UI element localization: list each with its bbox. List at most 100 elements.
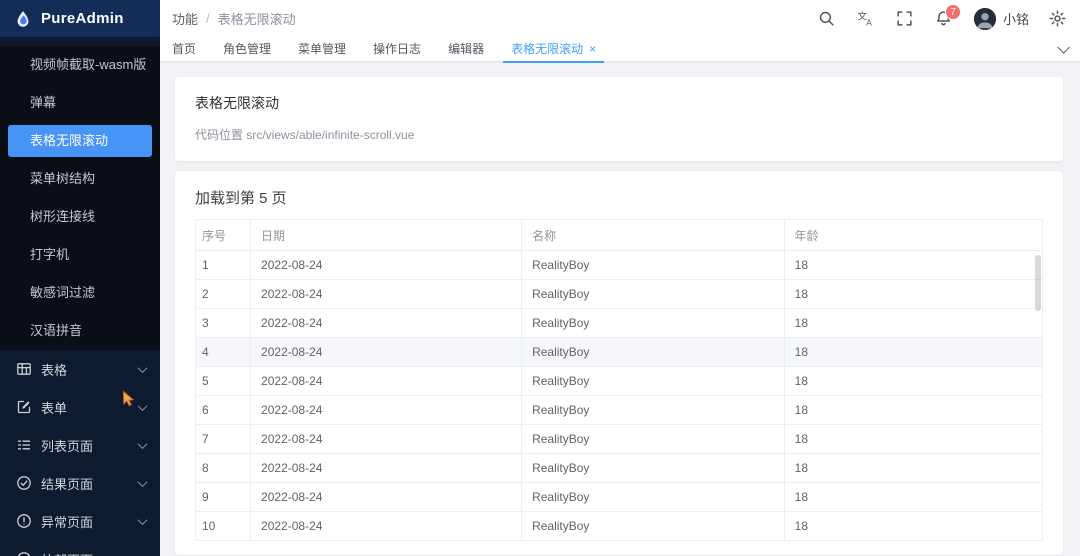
sidebar-item-label: 弹幕: [30, 95, 57, 110]
sidebar-submenu-item[interactable]: 敏感词过滤: [0, 274, 160, 312]
chevron-down-icon: [137, 400, 148, 411]
sidebar-submenu-item[interactable]: 视频帧截取-wasm版: [0, 46, 160, 84]
external-link-icon: [16, 551, 32, 556]
table-cell: 2022-08-24: [250, 250, 523, 280]
table-icon: [16, 361, 32, 377]
table-row: 4 2022-08-24 RealityBoy 18: [194, 337, 1044, 367]
tab-close-icon[interactable]: ×: [589, 42, 596, 56]
table-cell: RealityBoy: [521, 279, 785, 309]
table-cell: 2022-08-24: [250, 308, 523, 338]
column-header: 序号: [194, 219, 252, 251]
table-cell: 18: [783, 279, 1044, 309]
breadcrumb-separator: /: [206, 11, 210, 26]
avatar[interactable]: [973, 7, 996, 30]
sidebar-submenu-item[interactable]: 菜单树结构: [0, 160, 160, 198]
breadcrumb: 功能 / 表格无限滚动: [172, 9, 296, 28]
table-cell: 2022-08-24: [250, 279, 523, 309]
sidebar-item-列表页面[interactable]: 列表页面: [0, 426, 160, 464]
table-cell: RealityBoy: [521, 308, 785, 338]
sidebar-item-外部页面[interactable]: 外部页面: [0, 540, 160, 556]
table-cell: 18: [783, 337, 1044, 367]
list-icon: [16, 437, 32, 453]
tabs-dropdown-icon[interactable]: [1057, 40, 1070, 54]
breadcrumb-current: 表格无限滚动: [217, 12, 296, 27]
column-header: 名称: [521, 219, 785, 251]
sidebar-item-label: 表单: [41, 400, 68, 416]
sidebar-submenu-item[interactable]: 树形连接线: [0, 198, 160, 236]
sidebar-item-label: 敏感词过滤: [30, 285, 96, 300]
table-cell: RealityBoy: [521, 395, 785, 425]
bell-icon[interactable]: 7: [935, 4, 961, 27]
sidebar-item-label: 打字机: [30, 247, 70, 262]
table-header-row: 序号 日期 名称 年龄: [194, 219, 1044, 251]
table-cell: 2022-08-24: [250, 337, 523, 367]
tabs-container: 首页 角色管理 菜单管理 操作日志 编辑器 表格无限滚动 ×: [172, 37, 623, 63]
table-scrollbar-thumb[interactable]: [1035, 255, 1041, 311]
translate-icon[interactable]: 文A: [857, 10, 874, 28]
table-cell: 7: [194, 424, 252, 454]
table-row: 3 2022-08-24 RealityBoy 18: [194, 308, 1044, 338]
infinite-scroll-table: 序号 日期 名称 年龄 1 2022-08-24 RealityBoy 18 2 2022-08…: [194, 219, 1044, 541]
sidebar-item-异常页面[interactable]: 异常页面: [0, 502, 160, 540]
notification-badge: 7: [944, 4, 961, 20]
settings-icon[interactable]: [1049, 10, 1066, 27]
table-cell: 1: [194, 250, 252, 280]
tab-label: 操作日志: [373, 41, 422, 56]
sidebar-submenu-item[interactable]: 弹幕: [0, 84, 160, 122]
svg-text:A: A: [866, 17, 872, 27]
sidebar-submenu-item[interactable]: 汉语拼音: [0, 312, 160, 350]
table-card: 加载到第 5 页 序号 日期 名称 年龄 1 2022-08-24 RealityBoy 1…: [175, 171, 1063, 555]
table-cell: RealityBoy: [521, 511, 785, 541]
form-icon: [16, 399, 32, 415]
top-actions: 文A 7 小铭: [796, 4, 1066, 30]
main-content: 表格无限滚动 代码位置 src/views/able/infinite-scro…: [160, 63, 1080, 556]
fullscreen-icon[interactable]: [896, 10, 913, 27]
sidebar-item-表格[interactable]: 表格: [0, 350, 160, 388]
tab-表格无限滚动[interactable]: 表格无限滚动 ×: [503, 37, 605, 63]
exception-icon: [16, 513, 32, 529]
chevron-down-icon: [137, 514, 148, 525]
breadcrumb-item[interactable]: 功能: [172, 9, 198, 28]
result-icon: [16, 475, 32, 491]
table-cell: 8: [194, 453, 252, 483]
table-row: 5 2022-08-24 RealityBoy 18: [194, 366, 1044, 396]
tab-菜单管理[interactable]: 菜单管理: [298, 37, 346, 62]
app-window: PureAdmin 视频帧截取-wasm版 弹幕 表格无限滚动 菜单树结构 树形连接线打…: [0, 0, 1080, 556]
sidebar-item-表单[interactable]: 表单: [0, 388, 160, 426]
table-cell: 18: [783, 366, 1044, 396]
table-cell: 10: [194, 511, 252, 541]
chevron-down-icon: [137, 476, 148, 487]
sidebar-item-label: 表格无限滚动: [30, 133, 109, 148]
table-cell: 5: [194, 366, 252, 396]
user-name[interactable]: 小铭: [1003, 9, 1029, 28]
table-cell: RealityBoy: [521, 366, 785, 396]
sidebar-submenu-item[interactable]: 表格无限滚动: [8, 125, 152, 157]
table-row: 10 2022-08-24 RealityBoy 18: [194, 511, 1044, 541]
table-cell: 18: [783, 308, 1044, 338]
search-icon[interactable]: [818, 10, 835, 27]
table-row: 6 2022-08-24 RealityBoy 18: [194, 395, 1044, 425]
chevron-down-icon: [137, 552, 148, 556]
sidebar-item-label: 结果页面: [41, 476, 94, 492]
tab-操作日志[interactable]: 操作日志: [373, 37, 421, 62]
brand-name: PureAdmin: [41, 10, 124, 27]
table-row: 1 2022-08-24 RealityBoy 18: [194, 250, 1044, 280]
load-status: 加载到第 5 页: [195, 190, 287, 207]
tab-label: 首页: [172, 41, 197, 56]
table-row: 9 2022-08-24 RealityBoy 18: [194, 482, 1044, 512]
tab-首页[interactable]: 首页: [172, 37, 196, 62]
tab-编辑器[interactable]: 编辑器: [448, 37, 484, 62]
sidebar-item-label: 菜单树结构: [30, 171, 96, 186]
sidebar-submenu-item[interactable]: 打字机: [0, 236, 160, 274]
table-cell: RealityBoy: [521, 337, 785, 367]
brand-logo[interactable]: PureAdmin: [0, 0, 160, 37]
tab-角色管理[interactable]: 角色管理: [223, 37, 271, 62]
table-cell: 18: [783, 395, 1044, 425]
sidebar-submenu: 视频帧截取-wasm版弹幕表格无限滚动 菜单树结构树形连接线打字机敏感词过滤汉语拼…: [0, 46, 160, 350]
sidebar-item-结果页面[interactable]: 结果页面: [0, 464, 160, 502]
table-cell: 2022-08-24: [250, 424, 523, 454]
page-title: 表格无限滚动: [195, 95, 279, 111]
tabs-bar: 首页 角色管理 菜单管理 操作日志 编辑器 表格无限滚动 ×: [160, 37, 1080, 63]
table-cell: 3: [194, 308, 252, 338]
table-row: 7 2022-08-24 RealityBoy 18: [194, 424, 1044, 454]
